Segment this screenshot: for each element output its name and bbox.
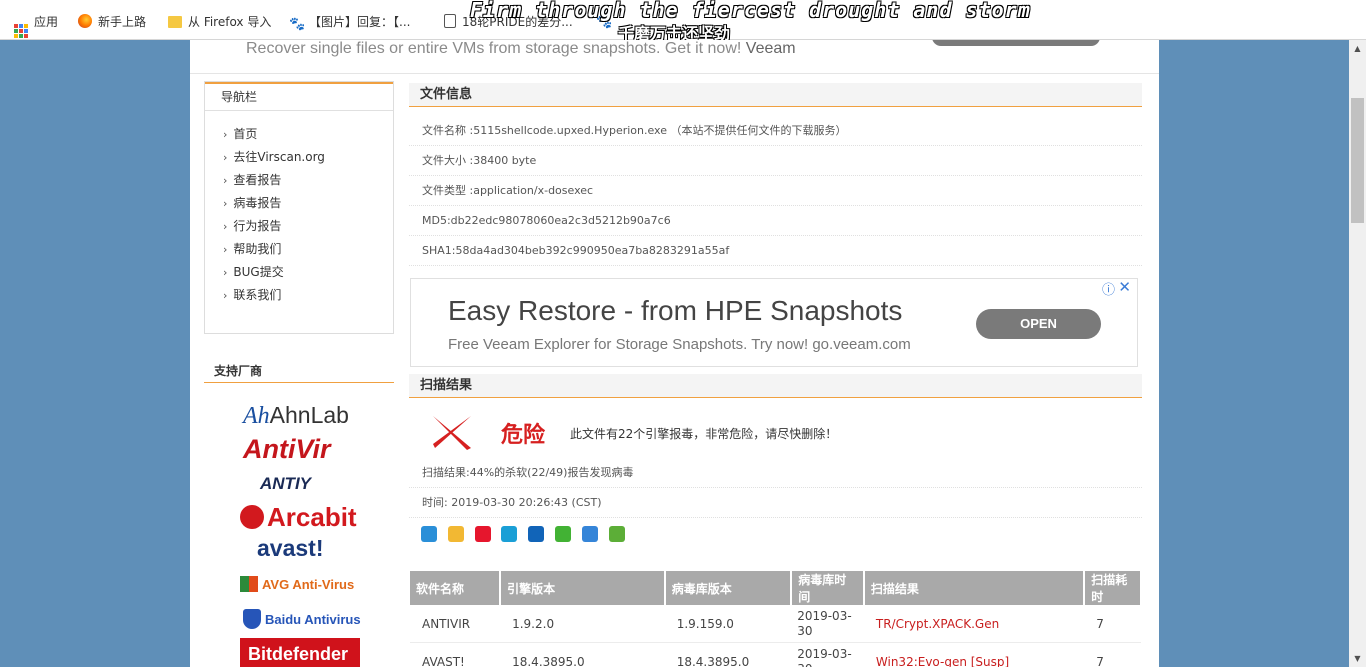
bookmark-import-firefox[interactable]: 从 Firefox 导入 (168, 13, 271, 30)
nav-item-view-report[interactable]: 查看报告 (223, 171, 393, 194)
danger-message: 此文件有22个引擎报毒，非常危险，请尽快删除！ (570, 427, 838, 441)
nav-title: 导航栏 (205, 82, 393, 111)
nav-item-help-us[interactable]: 帮助我们 (223, 240, 393, 263)
apps-grid-icon (14, 24, 28, 38)
table-row: ANTIVIR 1.9.2.0 1.9.159.0 2019-03-30 TR/… (410, 605, 1141, 643)
cell-software: AVAST! (410, 642, 501, 667)
cell-engine-version: 1.9.2.0 (500, 605, 665, 643)
file-type-row: 文件类型 :application/x-dosexec (409, 176, 1142, 206)
table-row: AVAST! 18.4.3895.0 18.4.3895.0 2019-03-3… (410, 642, 1141, 667)
top-ad-text: Recover single files or entire VMs from … (246, 40, 742, 57)
col-duration[interactable]: 扫描耗时 (1084, 571, 1142, 605)
page-content: Recover single files or entire VMs from … (190, 40, 1159, 667)
cell-result: Win32:Evo-gen [Susp] (863, 642, 1085, 667)
vendor-logo-antivir[interactable]: AntiVir (243, 434, 331, 465)
nav-item-virscan[interactable]: 去往Virscan.org (223, 148, 393, 171)
top-ad-banner[interactable]: Recover single files or entire VMs from … (190, 40, 1159, 74)
ad-close-icon[interactable]: ✕ (1118, 278, 1131, 296)
ad-info-icon[interactable]: ⓘ (1102, 279, 1115, 298)
baidu-paw-icon: 🐾 (289, 17, 306, 32)
col-db-version[interactable]: 病毒库版本 (664, 571, 793, 605)
vendor-logo-bitdefender[interactable]: Bitdefender (240, 638, 360, 667)
nav-item-bug-submit[interactable]: BUG提交 (223, 263, 393, 286)
bookmark-apps[interactable]: 应用 (14, 13, 58, 38)
file-name-row: 文件名称 :5115shellcode.upxed.Hyperion.exe （… (409, 116, 1142, 146)
scroll-thumb[interactable] (1351, 98, 1364, 223)
nav-item-virus-report[interactable]: 病毒报告 (223, 194, 393, 217)
scan-time-row: 时间: 2019-03-30 20:26:43 (CST) (409, 488, 1142, 518)
share-renren-icon[interactable] (528, 526, 545, 542)
scan-summary-row: 扫描结果:44%的杀软(22/49)报告发现病毒 (409, 458, 1142, 488)
cell-result: TR/Crypt.XPACK.Gen (863, 605, 1085, 643)
nav-item-home[interactable]: 首页 (223, 125, 393, 148)
vendor-logo-arcabit[interactable]: Arcabit (240, 502, 357, 533)
bookmarks-bar: 应用 新手上路 从 Firefox 导入 🐾 【图片】回复：【... 18轮PRI… (0, 0, 1366, 43)
col-result[interactable]: 扫描结果 (863, 571, 1086, 605)
share-qzone-icon[interactable] (447, 526, 464, 542)
cell-db-time: 2019-03-30 (791, 605, 864, 643)
vendor-logo-avast[interactable]: avast! (257, 535, 323, 562)
share-wechat-icon[interactable] (555, 526, 572, 542)
navigation-panel: 导航栏 首页 去往Virscan.org 查看报告 病毒报告 行为报告 帮助我们… (204, 81, 394, 334)
ad-open-button[interactable]: OPEN (976, 309, 1101, 339)
cell-db-version: 18.4.3895.0 (664, 642, 792, 667)
overlay-caption-english: Firm through the fiercest drought and st… (470, 0, 1031, 22)
vendor-logo-baidu[interactable]: Baidu Antivirus (243, 609, 361, 629)
vendor-logo-ahnlab[interactable]: AhAhnLab (243, 402, 349, 430)
share-more-icon[interactable] (421, 526, 437, 542)
bookmark-image-reply[interactable]: 🐾 【图片】回复：【... (289, 13, 410, 32)
scroll-up-arrow-icon[interactable]: ▲ (1349, 40, 1366, 57)
share-toolbar (421, 526, 632, 542)
share-tqq-icon[interactable] (501, 526, 518, 542)
vendor-logo-avg[interactable]: AVG Anti-Virus (240, 576, 354, 592)
ad-subtext: Free Veeam Explorer for Storage Snapshot… (448, 336, 911, 353)
nav-item-behavior-report[interactable]: 行为报告 (223, 217, 393, 240)
cell-engine-version: 18.4.3895.0 (500, 642, 665, 667)
cell-duration: 7 (1084, 642, 1141, 667)
bookmark-firefox-start[interactable]: 新手上路 (78, 13, 146, 30)
scan-results-table: 软件名称 引擎版本 病毒库版本 病毒库时间 扫描结果 扫描耗时 ANTIVIR … (410, 571, 1142, 667)
col-engine-version[interactable]: 引擎版本 (500, 571, 666, 605)
share-weibo-icon[interactable] (474, 526, 491, 542)
cell-db-time: 2019-03-30 (791, 642, 864, 667)
ad-headline: Easy Restore - from HPE Snapshots (448, 295, 903, 326)
danger-x-icon (433, 416, 471, 450)
top-ad-button[interactable] (932, 40, 1100, 46)
vendor-logo-antiy[interactable]: ANTIY (260, 474, 311, 494)
folder-icon (168, 16, 182, 28)
col-software[interactable]: 软件名称 (410, 571, 502, 605)
nav-item-contact[interactable]: 联系我们 (223, 286, 393, 309)
vertical-scrollbar[interactable]: ▲ ▼ (1349, 40, 1366, 667)
cell-db-version: 1.9.159.0 (664, 605, 792, 643)
share-douban-icon[interactable] (608, 526, 625, 542)
table-header-row: 软件名称 引擎版本 病毒库版本 病毒库时间 扫描结果 扫描耗时 (410, 571, 1142, 605)
page-icon (444, 14, 456, 28)
cell-duration: 7 (1084, 605, 1141, 643)
scroll-down-arrow-icon[interactable]: ▼ (1349, 650, 1366, 667)
file-size-row: 文件大小 :38400 byte (409, 146, 1142, 176)
danger-label: 危险 (501, 423, 546, 448)
cell-software: ANTIVIR (410, 605, 501, 643)
md5-row: MD5:db22edc98078060ea2c3d5212b90a7c6 (409, 206, 1142, 236)
file-info-header: 文件信息 (409, 83, 1142, 107)
vendors-title: 支持厂商 (204, 359, 394, 383)
nav-list: 首页 去往Virscan.org 查看报告 病毒报告 行为报告 帮助我们 BUG… (205, 111, 393, 309)
firefox-icon (78, 14, 92, 28)
col-db-time[interactable]: 病毒库时间 (791, 571, 865, 605)
sha1-row: SHA1:58da4ad304beb392c990950ea7ba8283291… (409, 236, 1142, 266)
ad-banner[interactable]: Easy Restore - from HPE Snapshots Free V… (410, 278, 1138, 367)
share-tieba-icon[interactable] (581, 526, 598, 542)
top-ad-brand: Veeam (745, 40, 796, 57)
scan-result-header: 扫描结果 (409, 374, 1142, 398)
